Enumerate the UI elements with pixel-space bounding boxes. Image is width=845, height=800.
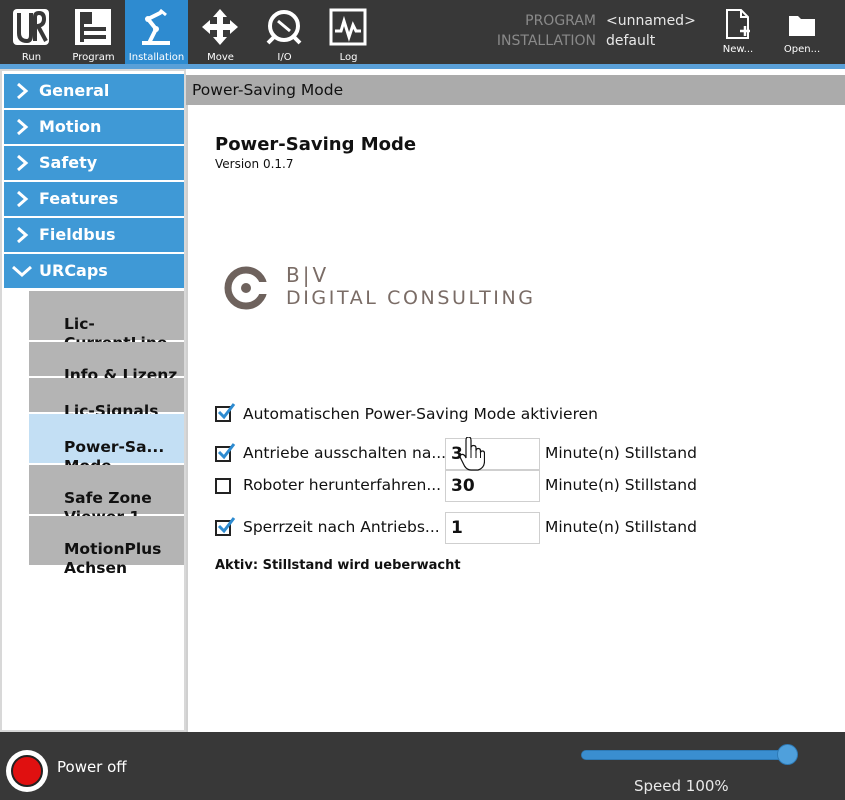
page-title: Power-Saving Mode xyxy=(215,134,417,155)
nav-run-button[interactable]: Run xyxy=(0,0,63,64)
auto-power-saving-checkbox[interactable] xyxy=(215,403,236,422)
nav-program-label: Program xyxy=(72,52,115,63)
speed-slider-fill xyxy=(582,751,792,759)
new-file-button[interactable]: New... xyxy=(708,0,768,64)
speed-slider[interactable] xyxy=(581,750,793,760)
robot-shutdown-label: Roboter herunterfahren... xyxy=(243,476,442,494)
version-text: Version 0.1.7 xyxy=(215,157,294,171)
lockout-time-label: Sperrzeit nach Antriebs... xyxy=(243,518,440,536)
chevron-right-icon xyxy=(17,154,29,172)
nav-io-label: I/O xyxy=(277,52,292,63)
sidebar-item-safety[interactable]: Safety xyxy=(4,146,184,180)
auto-power-saving-label: Automatischen Power-Saving Mode aktivier… xyxy=(243,405,598,423)
sidebar-subitem-power-saving[interactable]: Power-Sa... Mode xyxy=(29,414,184,475)
robot-shutdown-minutes-input[interactable]: 30 xyxy=(445,470,540,502)
open-file-label: Open... xyxy=(783,44,821,55)
sidebar-item-fieldbus[interactable]: Fieldbus xyxy=(4,218,184,252)
new-file-label: New... xyxy=(722,44,754,55)
logo-text-line1: B|V xyxy=(286,263,330,287)
sidebar-subitem-motionplus[interactable]: MotionPlus Achsen xyxy=(29,516,184,577)
sidebar-subitem-safe-zone-viewer[interactable]: Safe Zone Viewer 1.... xyxy=(29,465,184,526)
lockout-time-unit: Minute(n) Stillstand xyxy=(545,518,697,536)
logo-mark-icon xyxy=(224,266,268,310)
sidebar-item-label: General xyxy=(39,81,110,100)
panel-divider xyxy=(186,105,188,732)
log-graph-icon xyxy=(329,8,367,46)
company-logo: B|V DIGITAL CONSULTING xyxy=(224,263,564,311)
chevron-right-icon xyxy=(17,190,29,208)
sidebar-item-urcaps[interactable]: URCaps xyxy=(4,254,184,288)
lockout-time-minutes-input[interactable]: 1 xyxy=(445,512,540,544)
checkmark-icon xyxy=(217,517,236,534)
nav-program-button[interactable]: Program xyxy=(62,0,125,64)
new-file-icon xyxy=(726,9,750,39)
logo-text-line2: DIGITAL CONSULTING xyxy=(286,287,536,309)
power-status-icon xyxy=(11,755,43,787)
open-file-button[interactable]: Open... xyxy=(772,0,832,64)
sidebar-item-label: Fieldbus xyxy=(39,225,116,244)
io-icon xyxy=(266,10,302,45)
top-bar: Run Program Installation Move I/O Log PR… xyxy=(0,0,845,64)
nav-log-label: Log xyxy=(339,52,358,63)
installation-name: default xyxy=(606,33,656,49)
hand-cursor-icon xyxy=(459,437,485,471)
chevron-down-icon xyxy=(12,265,32,278)
sidebar-subitem-label: MotionPlus Achsen xyxy=(64,540,162,577)
checkmark-icon xyxy=(217,443,236,460)
sidebar-item-general[interactable]: General xyxy=(4,74,184,108)
drives-off-unit: Minute(n) Stillstand xyxy=(545,444,697,462)
lockout-time-checkbox[interactable] xyxy=(215,517,236,536)
program-label: PROGRAM xyxy=(525,13,596,29)
nav-installation-label: Installation xyxy=(128,52,185,63)
power-button[interactable] xyxy=(6,750,48,792)
checkmark-icon xyxy=(217,403,236,420)
nav-io-button[interactable]: I/O xyxy=(253,0,316,64)
installation-label: INSTALLATION xyxy=(496,33,596,49)
sidebar-subitem-lic-currentline[interactable]: Lic- CurrentLine xyxy=(29,291,184,352)
speed-slider-knob[interactable] xyxy=(777,744,798,765)
sidebar-item-label: Safety xyxy=(39,153,98,172)
chevron-right-icon xyxy=(17,226,29,244)
bottom-bar: Power off Speed 100% xyxy=(0,732,845,800)
sidebar-item-motion[interactable]: Motion xyxy=(4,110,184,144)
robot-arm-icon xyxy=(142,8,170,45)
main-panel: Power-Saving Mode Power-Saving Mode Vers… xyxy=(186,69,845,732)
program-tree-icon xyxy=(75,9,111,45)
nav-move-button[interactable]: Move xyxy=(189,0,252,64)
chevron-right-icon xyxy=(17,82,29,100)
nav-log-button[interactable]: Log xyxy=(317,0,380,64)
sidebar-item-label: URCaps xyxy=(39,261,108,280)
sidebar-item-features[interactable]: Features xyxy=(4,182,184,216)
nav-run-label: Run xyxy=(21,52,42,63)
drives-off-checkbox[interactable] xyxy=(215,443,236,462)
ur-logo-icon xyxy=(13,9,49,45)
nav-installation-button[interactable]: Installation xyxy=(125,0,188,64)
installation-sidebar: General Motion Safety Features Fieldbus … xyxy=(0,69,186,732)
power-label: Power off xyxy=(57,758,127,776)
move-arrows-icon xyxy=(202,9,238,45)
nav-move-label: Move xyxy=(207,52,234,63)
panel-header: Power-Saving Mode xyxy=(186,75,845,105)
folder-icon xyxy=(789,16,815,36)
sidebar-subitem-info-lizenz[interactable]: Info & Lizenz xyxy=(29,342,184,384)
sidebar-item-label: Motion xyxy=(39,117,102,136)
status-text: Aktiv: Stillstand wird ueberwacht xyxy=(215,558,461,573)
speed-label: Speed 100% xyxy=(634,777,729,795)
sidebar-item-label: Features xyxy=(39,189,119,208)
robot-shutdown-checkbox[interactable] xyxy=(215,478,231,494)
robot-shutdown-unit: Minute(n) Stillstand xyxy=(545,476,697,494)
program-name: <unnamed> xyxy=(606,13,696,29)
drives-off-label: Antriebe ausschalten na... xyxy=(243,444,447,462)
sidebar-subitem-lic-signals[interactable]: Lic-Signals xyxy=(29,378,184,420)
chevron-right-icon xyxy=(17,118,29,136)
